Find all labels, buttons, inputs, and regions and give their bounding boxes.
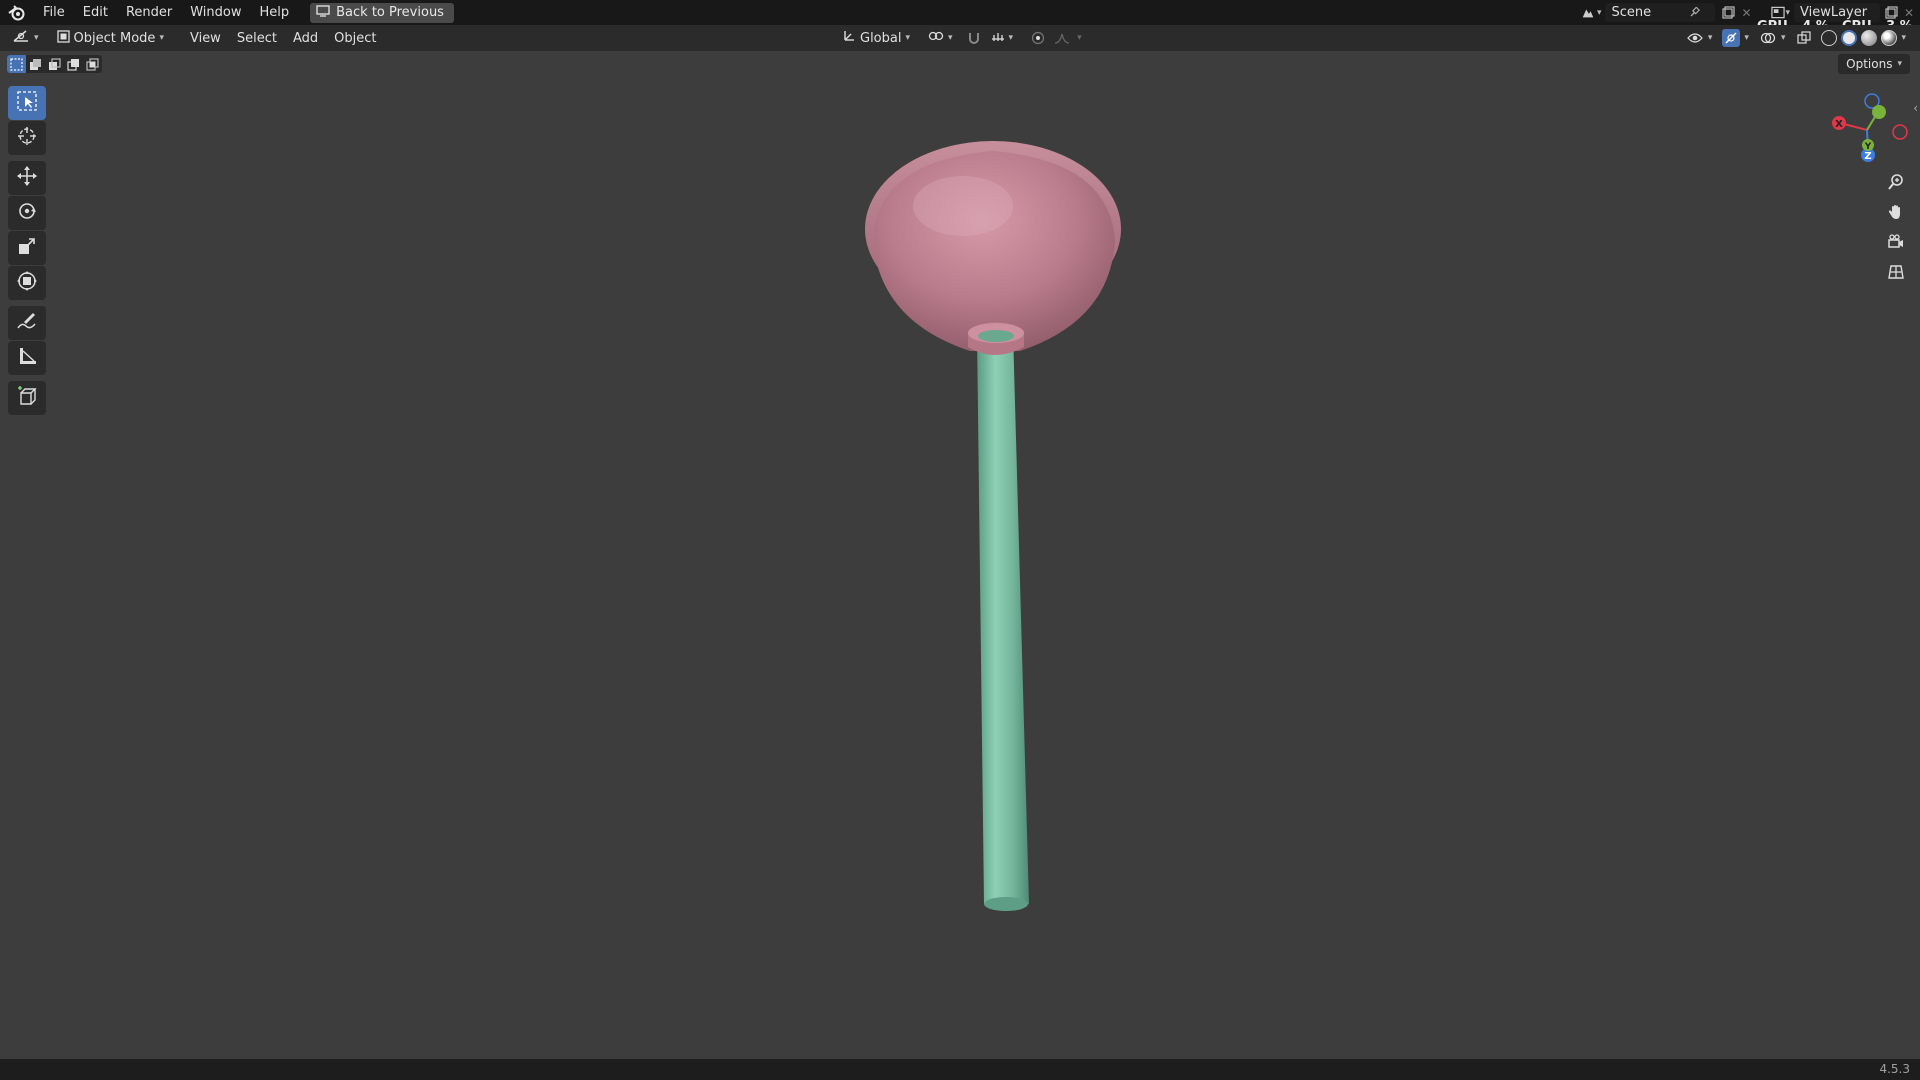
snap-increment-icon	[991, 29, 1005, 47]
top-menu-bar: File Edit Render Window Help Back to Pre…	[0, 0, 1920, 25]
chevron-down-icon: ▾	[948, 33, 953, 43]
view-layer-icon[interactable]	[1771, 6, 1786, 20]
menu-view[interactable]: View	[182, 31, 229, 46]
plunger-cup[interactable]	[865, 141, 1121, 355]
menu-window[interactable]: Window	[181, 0, 250, 25]
menu-help[interactable]: Help	[251, 0, 299, 25]
chevron-down-icon[interactable]: ▾	[1785, 8, 1790, 18]
pivot-point[interactable]: ▾	[922, 28, 959, 48]
solid-shading-icon[interactable]	[1841, 30, 1858, 46]
chevron-down-icon: ▾	[159, 33, 164, 43]
menu-object[interactable]: Object	[326, 31, 384, 46]
new-view-layer-icon[interactable]	[1884, 6, 1898, 20]
chevron-down-icon[interactable]: ▾	[1708, 33, 1713, 43]
proportional-editing-icon[interactable]	[1029, 29, 1047, 47]
wireframe-shading-icon[interactable]	[1821, 30, 1838, 46]
editor-type-button[interactable]: ▾	[6, 28, 45, 48]
chevron-down-icon: ▾	[34, 33, 39, 43]
scene-name: Scene	[1611, 5, 1652, 20]
close-icon[interactable]: ✕	[1739, 6, 1753, 20]
close-icon[interactable]: ✕	[1902, 6, 1916, 20]
pos-y-axis-circle	[1872, 105, 1886, 119]
transform-tools: Global ▾ ▾ ▾ ▾	[836, 28, 1082, 48]
object-mode-icon	[56, 29, 70, 47]
camera-view-icon[interactable]	[1882, 228, 1910, 256]
new-scene-icon[interactable]	[1721, 6, 1735, 20]
scene-type-icon[interactable]	[1581, 6, 1595, 20]
chevron-down-icon[interactable]: ▾	[1744, 33, 1749, 43]
view-layer-name: ViewLayer	[1800, 5, 1868, 20]
chevron-down-icon[interactable]: ▾	[1077, 33, 1082, 43]
back-to-previous-button[interactable]: Back to Previous	[310, 2, 454, 23]
pivot-icon	[928, 29, 944, 47]
zoom-icon[interactable]	[1882, 168, 1910, 196]
plunger-handle[interactable]	[977, 331, 1029, 911]
pin-icon[interactable]	[1687, 6, 1701, 20]
viewport-icon	[12, 29, 30, 47]
z-axis-label: Z	[1864, 151, 1871, 162]
back-to-previous-label: Back to Previous	[336, 5, 444, 20]
blender-logo-icon[interactable]	[0, 0, 34, 25]
menu-add[interactable]: Add	[285, 31, 326, 46]
chevron-down-icon[interactable]: ▾	[1781, 33, 1786, 43]
menu-render[interactable]: Render	[117, 0, 181, 25]
axes-icon	[842, 29, 856, 47]
pan-hand-icon[interactable]	[1882, 198, 1910, 226]
neg-x-axis-circle	[1892, 124, 1908, 140]
visibility-eye-icon[interactable]	[1686, 29, 1704, 47]
mode-label: Object Mode	[73, 30, 156, 46]
transform-orientation[interactable]: Global ▾	[836, 28, 916, 48]
screen-icon	[316, 4, 330, 21]
chevron-down-icon[interactable]: ▾	[1901, 33, 1906, 43]
menu-edit[interactable]: Edit	[74, 0, 117, 25]
viewport-header: ▾ Object Mode ▾ View Select Add Object G…	[0, 25, 1920, 51]
chevron-down-icon: ▾	[905, 33, 911, 43]
chevron-down-icon: ▾	[1008, 33, 1014, 43]
viewport-display-tools: ▾ ▾ ▾ ▾	[1686, 28, 1906, 48]
overlays-icon[interactable]	[1759, 29, 1777, 47]
snap-toggle-icon[interactable]	[965, 29, 983, 47]
perspective-grid-icon[interactable]	[1882, 258, 1910, 286]
scene-render	[865, 141, 1121, 911]
sidebar-toggle-icon[interactable]: ‹	[1913, 101, 1918, 115]
mode-selector[interactable]: Object Mode ▾	[51, 28, 170, 48]
chevron-down-icon[interactable]: ▾	[1597, 8, 1602, 18]
scene-selector[interactable]: Scene	[1605, 3, 1716, 22]
menu-select[interactable]: Select	[229, 31, 285, 46]
gizmo-toggle-icon[interactable]	[1722, 29, 1741, 47]
snap-target[interactable]: ▾	[989, 28, 1016, 48]
viewport-navigation	[1882, 168, 1910, 288]
orientation-label: Global	[860, 30, 902, 46]
status-bar: 4.5.3	[0, 1059, 1920, 1080]
3d-viewport[interactable]	[0, 51, 1920, 1059]
menu-file[interactable]: File	[34, 0, 74, 25]
navigation-gizmo[interactable]: X Y Z	[1822, 88, 1916, 168]
falloff-icon[interactable]	[1053, 29, 1071, 47]
x-axis-label: X	[1835, 119, 1843, 130]
xray-icon[interactable]	[1795, 29, 1813, 47]
material-shading-icon[interactable]	[1861, 30, 1878, 46]
version-label: 4.5.3	[1879, 1062, 1910, 1076]
rendered-shading-icon[interactable]	[1881, 30, 1898, 46]
